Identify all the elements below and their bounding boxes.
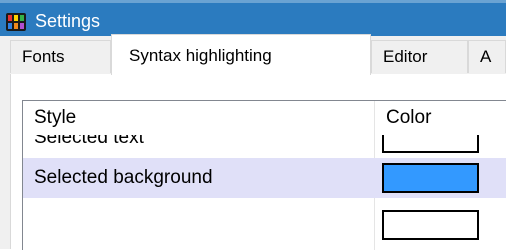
column-header-color[interactable]: Color xyxy=(386,101,431,135)
tab-next[interactable]: A xyxy=(468,40,506,73)
tab-syntax-highlighting[interactable]: Syntax highlighting xyxy=(111,34,371,75)
tab-syntax-highlighting-label: Syntax highlighting xyxy=(129,46,272,65)
style-name: Selected text xyxy=(34,135,144,148)
tab-editor-label: Editor xyxy=(383,47,428,66)
settings-app-icon xyxy=(6,13,26,31)
tab-fonts[interactable]: Fonts xyxy=(10,40,111,73)
style-name: Selected background xyxy=(34,167,213,188)
tab-next-label: A xyxy=(480,47,492,66)
color-swatch[interactable] xyxy=(382,210,479,240)
tab-strip: Fonts Syntax highlighting Editor A xyxy=(10,34,506,75)
list-item-selected[interactable]: Selected background xyxy=(23,158,506,198)
color-swatch[interactable] xyxy=(382,163,479,193)
tab-editor[interactable]: Editor xyxy=(371,40,468,73)
column-header-style[interactable]: Style xyxy=(34,101,76,135)
window-title: Settings xyxy=(35,11,101,31)
tab-fonts-label: Fonts xyxy=(22,47,65,66)
color-swatch[interactable] xyxy=(382,135,479,153)
title-bar-accent xyxy=(0,0,506,3)
window-title-bar[interactable]: Settings xyxy=(0,0,506,36)
style-color-list[interactable]: Style Color Selected text Selected backg… xyxy=(22,100,506,250)
list-item[interactable] xyxy=(23,198,506,250)
list-item[interactable]: Selected text xyxy=(23,135,506,157)
